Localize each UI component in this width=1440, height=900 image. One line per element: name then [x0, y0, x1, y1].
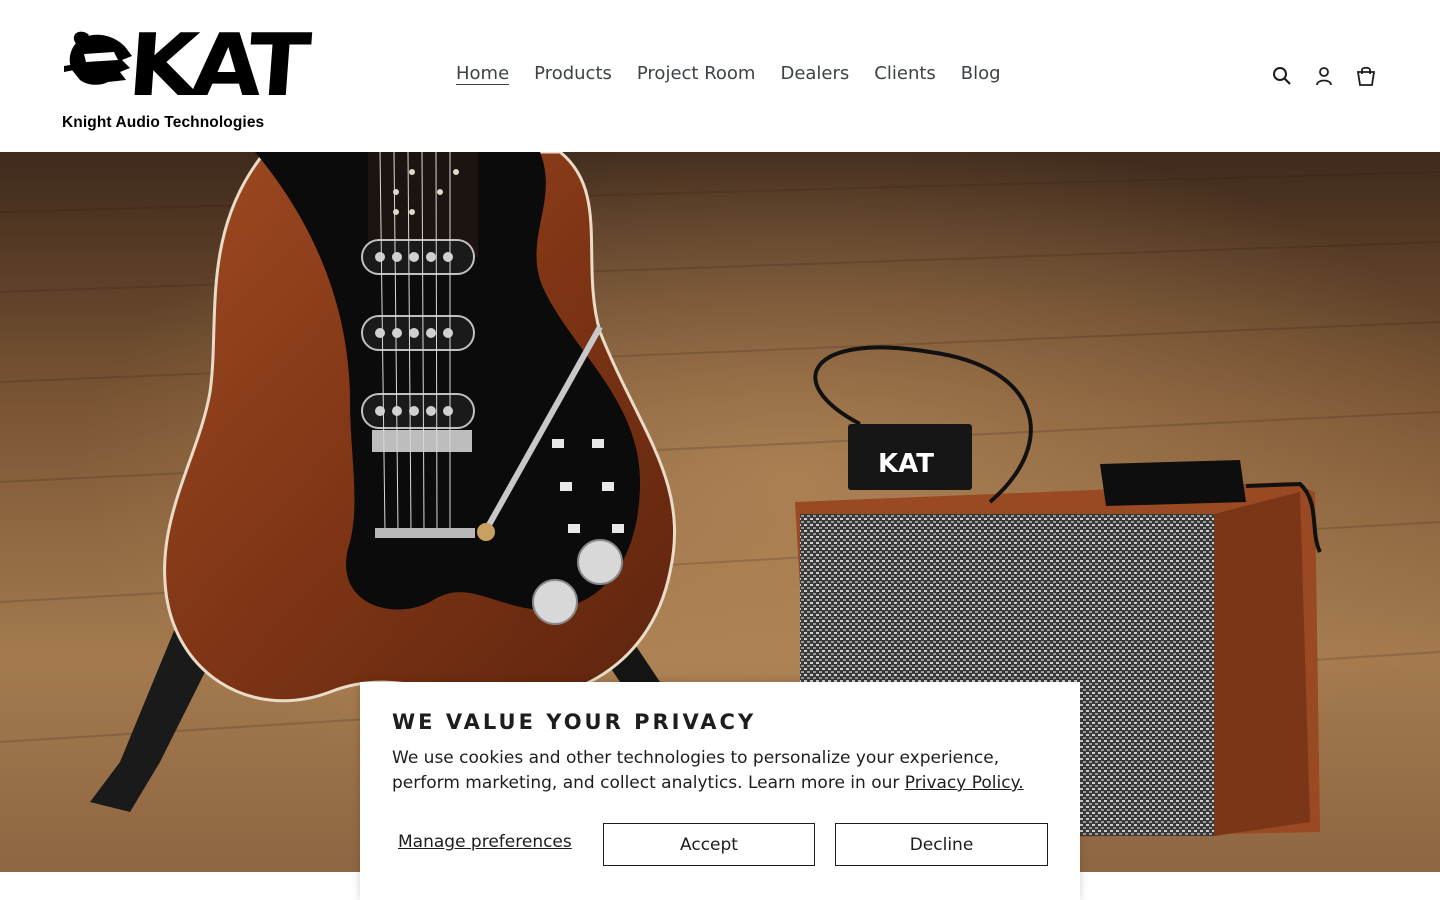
nav-dealers[interactable]: Dealers	[767, 60, 861, 88]
site-header: KAT Knight Audio Technologies Home Produ…	[0, 0, 1440, 152]
header-icons	[1268, 62, 1380, 90]
accept-button[interactable]: Accept	[603, 823, 815, 866]
knight-helmet-icon	[64, 31, 132, 85]
nav-clients-label: Clients	[874, 63, 936, 84]
nav-blog[interactable]: Blog	[948, 60, 1013, 88]
nav-project-room[interactable]: Project Room	[624, 60, 768, 88]
logo-mark: KAT	[62, 16, 308, 116]
privacy-policy-link[interactable]: Privacy Policy.	[905, 773, 1024, 793]
nav-home[interactable]: Home	[443, 60, 521, 88]
nav-blog-label: Blog	[960, 63, 1001, 84]
nav-project-room-label: Project Room	[636, 63, 756, 84]
cookie-title: WE VALUE YOUR PRIVACY	[392, 710, 757, 734]
search-icon[interactable]	[1268, 62, 1296, 90]
cart-icon[interactable]	[1352, 62, 1380, 90]
decline-button[interactable]: Decline	[835, 823, 1048, 866]
nav-products-label: Products	[534, 63, 612, 84]
logo-tagline: Knight Audio Technologies	[62, 114, 265, 131]
main-nav: Home Products Project Room Dealers Clien…	[443, 60, 1013, 88]
nav-dealers-label: Dealers	[780, 63, 850, 84]
nav-clients[interactable]: Clients	[861, 60, 948, 88]
manage-preferences-link[interactable]: Manage preferences	[398, 832, 572, 852]
account-icon[interactable]	[1310, 62, 1338, 90]
di-box-logo: KAT	[878, 449, 934, 479]
nav-home-label: Home	[456, 63, 510, 85]
kat-logo[interactable]: KAT Knight Audio Technologies	[62, 16, 308, 132]
logo-wordmark: KAT	[124, 16, 308, 116]
cookie-text: We use cookies and other technologies to…	[392, 746, 1052, 796]
cookie-banner: WE VALUE YOUR PRIVACY We use cookies and…	[360, 682, 1080, 900]
nav-products[interactable]: Products	[521, 60, 624, 88]
